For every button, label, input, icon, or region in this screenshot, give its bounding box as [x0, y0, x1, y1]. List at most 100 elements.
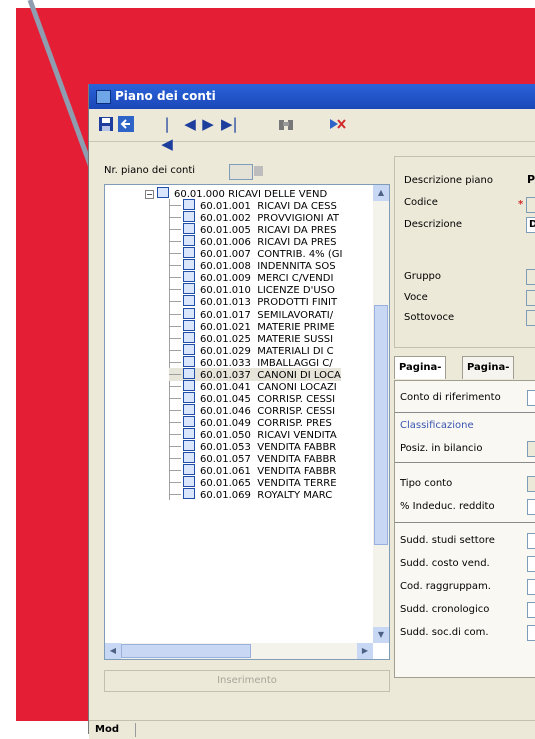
tree-item[interactable]: 60.01.021 MATERIE PRIME — [169, 319, 335, 333]
tree-branch — [169, 421, 181, 423]
nr-piano-label: Nr. piano dei conti — [104, 165, 196, 176]
first-record-icon[interactable]: |◀ — [159, 114, 175, 153]
tree-horizontal-scrollbar[interactable]: ◀ ▶ — [105, 643, 373, 659]
sudd-studi-field[interactable] — [527, 533, 535, 549]
sudd-soc-field[interactable] — [527, 625, 535, 641]
title-bar: Piano dei conti — [89, 84, 535, 109]
app-window: Piano dei conti |◀ ◀ ▶ ▶| Nr. piano dei … — [88, 84, 535, 739]
tree-item[interactable]: 60.01.057 VENDITA FABBR — [169, 452, 336, 465]
sudd-cron-field[interactable] — [527, 602, 535, 618]
tipo-conto-label: Tipo conto — [400, 478, 453, 489]
divider — [395, 462, 535, 463]
indeduc-reddito-field[interactable] — [527, 499, 535, 515]
tree-item[interactable]: 60.01.008 INDENNITA SOS — [169, 259, 336, 272]
tree-branch — [169, 361, 181, 363]
sudd-studi-label: Sudd. studi settore — [400, 535, 495, 546]
scroll-down-icon[interactable]: ▼ — [373, 627, 389, 643]
tree-item[interactable]: 60.01.061 VENDITA FABBR — [169, 464, 336, 477]
nr-piano-lookup-button[interactable] — [254, 166, 263, 176]
conto-riferimento-label: Conto di riferimento — [400, 392, 501, 403]
scroll-thumb[interactable] — [374, 305, 388, 545]
indeduc-reddito-label: % Indeduc. reddito — [400, 501, 495, 512]
next-record-icon[interactable]: ▶ — [201, 114, 215, 134]
tree-item[interactable]: 60.01.025 MATERIE SUSSI — [169, 331, 333, 345]
sudd-costo-field[interactable] — [527, 556, 535, 572]
account-node-icon — [183, 379, 195, 391]
tree-item[interactable]: 60.01.006 RICAVI DA PRES — [169, 235, 337, 248]
tree-item[interactable]: 60.01.017 SEMILAVORATI/ — [169, 307, 333, 321]
gruppo-label: Gruppo — [404, 271, 442, 282]
tree-branch — [169, 337, 181, 339]
tree-item[interactable]: 60.01.005 RICAVI DA PRES — [169, 223, 337, 236]
nr-piano-field[interactable] — [229, 164, 253, 180]
tree-item[interactable]: 60.01.033 IMBALLAGGI C/ — [169, 355, 333, 369]
tipo-conto-field[interactable] — [527, 476, 535, 492]
account-node-icon — [183, 235, 195, 247]
collapse-icon[interactable]: − — [145, 190, 154, 199]
account-node-icon — [183, 271, 195, 283]
tree-branch — [169, 482, 181, 484]
tree-branch — [169, 494, 181, 496]
tree-item[interactable]: 60.01.001 RICAVI DA CESS — [169, 199, 337, 212]
app-icon — [96, 90, 111, 104]
tree-item[interactable]: 60.01.053 VENDITA FABBR — [169, 440, 336, 453]
tree-item[interactable]: 60.01.009 MERCI C/VENDI — [169, 271, 333, 284]
conto-riferimento-field[interactable] — [527, 390, 535, 406]
tree-branch — [169, 301, 181, 303]
tree-vertical-scrollbar[interactable]: ▲ ▼ — [373, 185, 389, 643]
account-node-icon — [183, 295, 195, 307]
tree-branch — [169, 349, 181, 351]
cod-raggr-field[interactable] — [527, 579, 535, 595]
tree-branch — [169, 253, 181, 255]
previous-record-icon[interactable]: ◀ — [183, 114, 197, 134]
tree-item[interactable]: 60.01.029 MATERIALI DI C — [169, 343, 334, 357]
sudd-costo-label: Sudd. costo vend. — [400, 558, 490, 569]
last-record-icon[interactable]: ▶| — [221, 114, 238, 134]
tree-item[interactable]: 60.01.010 LICENZE D'USO — [169, 283, 335, 296]
account-node-icon — [183, 367, 195, 379]
scroll-right-icon[interactable]: ▶ — [357, 643, 373, 659]
account-node-icon — [183, 403, 195, 415]
binoculars-icon[interactable] — [277, 114, 295, 134]
tree-item[interactable]: 60.01.049 CORRISP. PRES — [169, 415, 332, 429]
voce-field[interactable] — [526, 290, 535, 306]
tree-branch — [169, 217, 181, 219]
codice-field[interactable] — [526, 197, 535, 213]
tab-pagina-2[interactable]: Pagina-2 — [462, 356, 515, 395]
back-icon[interactable] — [117, 114, 135, 134]
sottovoce-field[interactable] — [526, 310, 535, 326]
tree-item[interactable]: 60.01.002 PROVVIGIONI AT — [169, 211, 339, 224]
tree-item[interactable]: 60.01.041 CANONI LOCAZI — [169, 379, 337, 393]
scroll-left-icon[interactable]: ◀ — [105, 643, 121, 659]
tree-root[interactable]: −60.01.000 RICAVI DELLE VEND — [145, 187, 327, 200]
tree-item[interactable]: 60.01.037 CANONI DI LOCA — [169, 367, 341, 381]
tree-item[interactable]: 60.01.050 RICAVI VENDITA — [169, 428, 337, 441]
toolbar: |◀ ◀ ▶ ▶| — [89, 109, 535, 153]
classificazione-label: Classificazione — [400, 420, 474, 431]
account-node-icon — [183, 415, 195, 427]
delete-filter-icon[interactable] — [329, 114, 347, 134]
tree-item-name: ROYALTY MARC — [257, 490, 333, 502]
account-node-icon — [183, 488, 195, 500]
tree-branch — [169, 409, 181, 411]
tree-item[interactable]: 60.01.065 VENDITA TERRE — [169, 476, 337, 489]
tab-pagina-1[interactable]: Pagina-1 — [394, 356, 447, 395]
insert-button[interactable]: Inserimento — [104, 670, 390, 692]
tree-item[interactable]: 60.01.069 ROYALTY MARC — [169, 488, 332, 501]
account-node-icon — [183, 464, 195, 476]
tree-branch — [169, 313, 181, 315]
tree-item[interactable]: 60.01.045 CORRISP. CESSI — [169, 391, 335, 405]
scroll-up-icon[interactable]: ▲ — [373, 185, 389, 201]
tree-item[interactable]: 60.01.046 CORRISP. CESSI — [169, 403, 335, 417]
hscroll-thumb[interactable] — [121, 644, 251, 658]
save-icon[interactable] — [97, 114, 115, 134]
descrizione-piano-value: P — [527, 173, 535, 186]
posiz-bilancio-field[interactable] — [527, 441, 535, 457]
accounts-tree[interactable]: −60.01.000 RICAVI DELLE VEND 60.01.001 RI… — [104, 184, 390, 660]
gruppo-field[interactable] — [526, 269, 535, 285]
tree-item[interactable]: 60.01.013 PRODOTTI FINIT — [169, 295, 337, 308]
tree-item[interactable]: 60.01.007 CONTRIB. 4% (GI — [169, 247, 342, 260]
descrizione-field[interactable]: D — [526, 217, 535, 233]
account-node-icon — [183, 307, 195, 319]
tree-branch — [169, 229, 181, 231]
